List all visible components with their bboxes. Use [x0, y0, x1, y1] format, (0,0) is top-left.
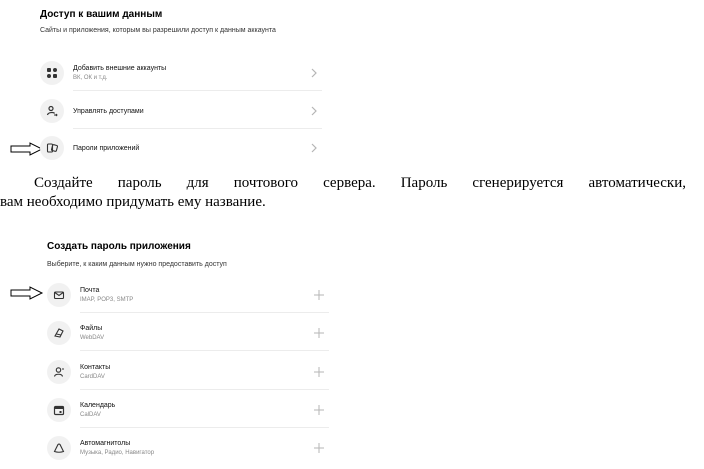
- app-passwords-row[interactable]: Пароли приложений: [40, 130, 322, 166]
- separator: [80, 389, 329, 390]
- instruction-line-2: вам необходимо придумать ему название.: [0, 194, 266, 210]
- add-external-accounts-label: Добавить внешние аккаунты: [73, 65, 167, 72]
- plus-icon[interactable]: [313, 289, 325, 301]
- separator: [80, 312, 329, 313]
- mail-icon: [47, 283, 71, 307]
- car-stereos-sub: Музыка, Радио, Навигатор: [80, 450, 155, 456]
- contacts-sub: CardDAV: [80, 374, 105, 380]
- pointer-arrow-icon: [10, 286, 44, 300]
- chevron-right-icon: [311, 106, 317, 116]
- create-title: Создать пароль приложения: [47, 241, 191, 252]
- app-passwords-icon: [40, 136, 64, 160]
- chevron-right-icon: [311, 143, 317, 153]
- files-icon: [47, 321, 71, 345]
- mail-sub: IMAP, POP3, SMTP: [80, 297, 134, 303]
- contacts-row[interactable]: Контакты CardDAV: [47, 354, 329, 390]
- calendar-label: Календарь: [80, 402, 116, 409]
- access-title: Доступ к вашим данным: [40, 9, 163, 20]
- create-subtitle: Выберите, к каким данным нужно предостав…: [47, 261, 227, 268]
- instruction-line-1: Создайте пароль для почтового сервера. П…: [34, 175, 686, 191]
- person-arrow-icon: [40, 99, 64, 123]
- app-passwords-label: Пароли приложений: [73, 145, 140, 152]
- separator: [73, 128, 322, 129]
- mail-label: Почта: [80, 287, 100, 294]
- contacts-icon: [47, 360, 71, 384]
- calendar-row[interactable]: Календарь CalDAV: [47, 392, 329, 428]
- access-section: Доступ к вашим данным Сайты и приложения…: [40, 8, 330, 35]
- files-label: Файлы: [80, 325, 103, 332]
- mail-row[interactable]: Почта IMAP, POP3, SMTP: [47, 277, 329, 313]
- plus-icon[interactable]: [313, 404, 325, 416]
- manage-access-row[interactable]: Управлять доступами: [40, 93, 322, 129]
- car-stereos-row[interactable]: Автомагнитолы Музыка, Радио, Навигатор: [47, 430, 329, 466]
- plus-icon[interactable]: [313, 327, 325, 339]
- car-stereos-label: Автомагнитолы: [80, 440, 131, 447]
- chevron-right-icon: [311, 68, 317, 78]
- add-external-accounts-row[interactable]: Добавить внешние аккаунты ВК, ОК и т.д.: [40, 55, 322, 91]
- files-sub: WebDAV: [80, 335, 105, 341]
- separator: [80, 350, 329, 351]
- calendar-sub: CalDAV: [80, 412, 101, 418]
- car-icon: [47, 436, 71, 460]
- manage-access-label: Управлять доступами: [73, 108, 144, 115]
- files-row[interactable]: Файлы WebDAV: [47, 315, 329, 351]
- calendar-icon: [47, 398, 71, 422]
- plus-icon[interactable]: [313, 366, 325, 378]
- pointer-arrow-icon: [10, 142, 44, 156]
- plus-icon[interactable]: [313, 442, 325, 454]
- separator: [73, 90, 322, 91]
- grid-accounts-icon: [40, 61, 64, 85]
- separator: [80, 427, 329, 428]
- contacts-label: Контакты: [80, 364, 111, 371]
- add-external-accounts-sub: ВК, ОК и т.д.: [73, 75, 108, 81]
- create-section: Создать пароль приложения Выберите, к ка…: [47, 240, 337, 269]
- access-subtitle: Сайты и приложения, которым вы разрешили…: [40, 27, 276, 34]
